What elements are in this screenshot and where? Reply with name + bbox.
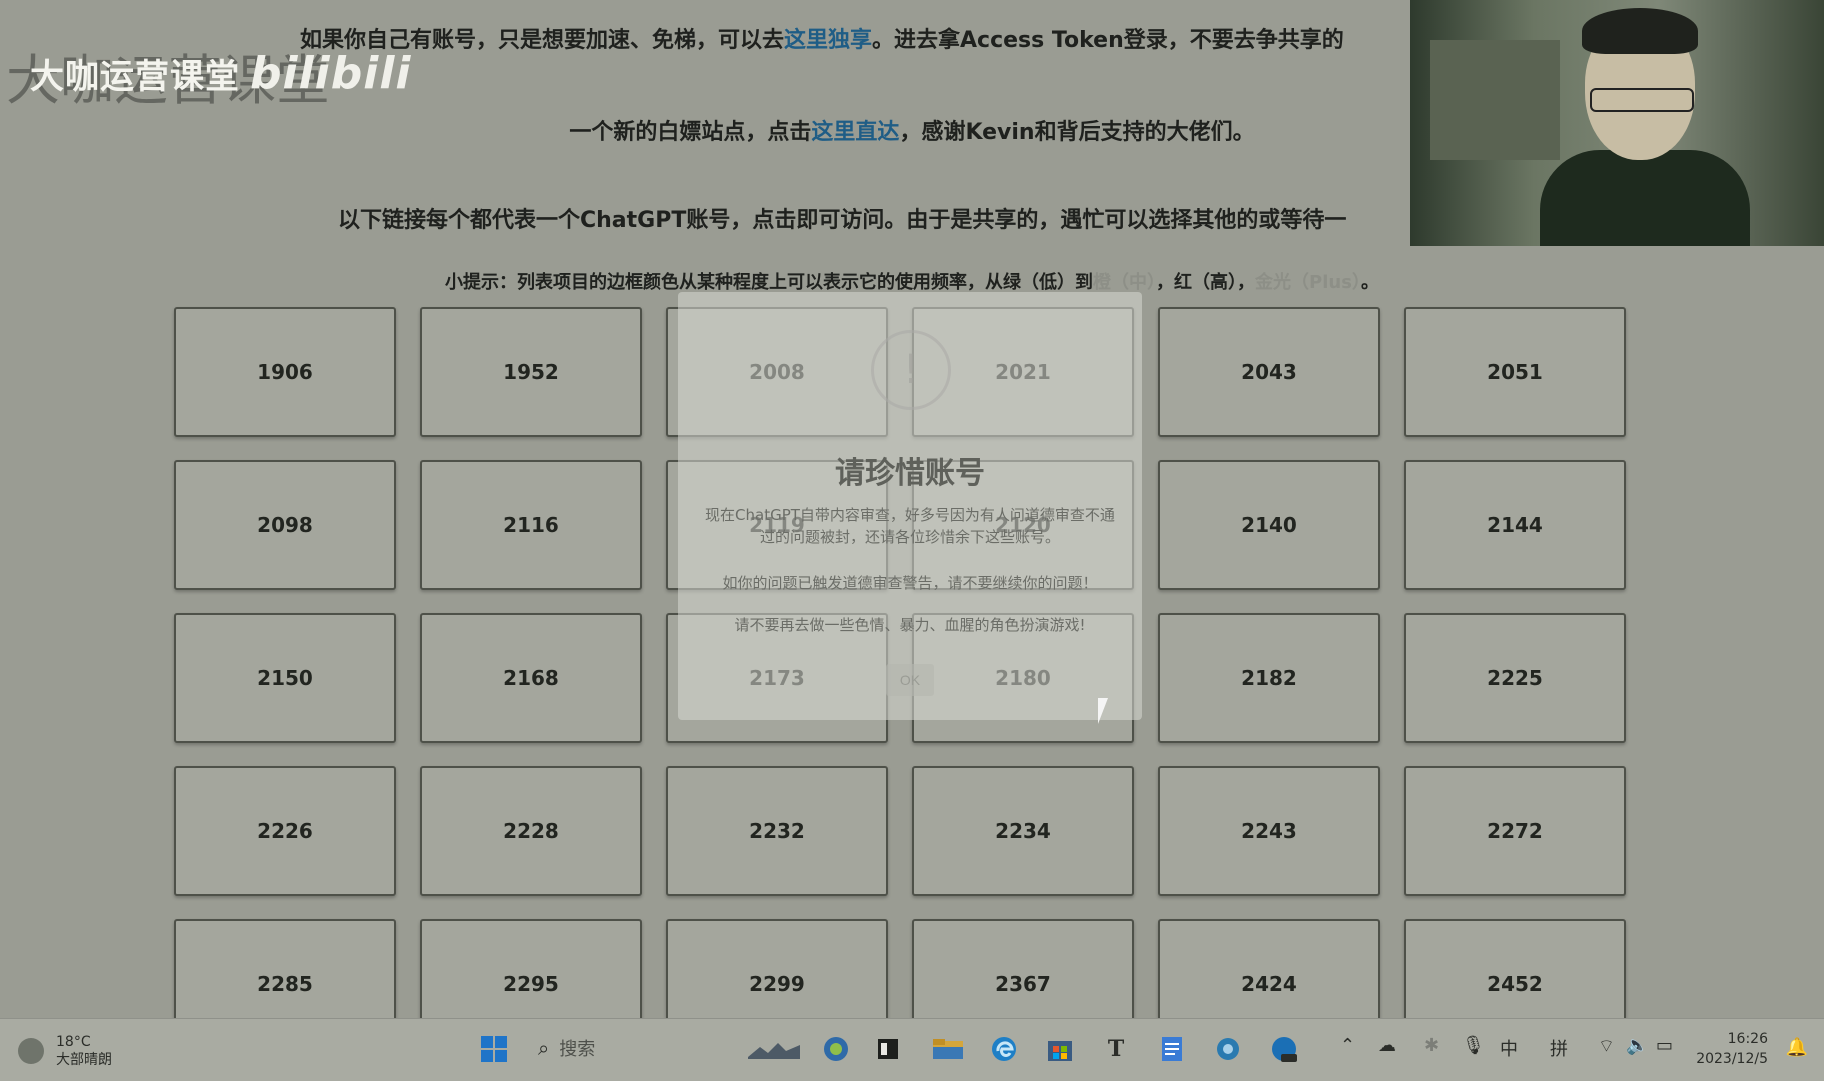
account-card[interactable]: 2424 (1158, 919, 1380, 1018)
account-card[interactable]: 2367 (912, 919, 1134, 1018)
bilibili-logo: bilibili (250, 48, 412, 99)
search-highlight-icon[interactable] (744, 1029, 804, 1069)
account-card[interactable]: 2225 (1404, 613, 1626, 743)
taskbar-clock[interactable]: 16:26 2023/12/5 (1696, 1029, 1768, 1069)
notice-text: 如果你自己有账号，只是想要加速、免梯，可以去 (300, 28, 785, 53)
account-card[interactable]: 2182 (1158, 613, 1380, 743)
edge-browser-icon[interactable] (984, 1029, 1024, 1069)
account-card[interactable]: 2140 (1158, 460, 1380, 590)
microsoft-store-icon[interactable] (1040, 1029, 1080, 1069)
terminal-icon[interactable] (868, 1029, 908, 1069)
file-explorer-icon[interactable] (928, 1029, 968, 1069)
modal-ok-button[interactable]: OK (886, 664, 934, 696)
account-card[interactable]: 2452 (1404, 919, 1626, 1018)
bilibili-watermark: 大咖运营课堂 bilibili (30, 48, 411, 99)
chevron-up-icon[interactable]: ⌃ (1340, 1035, 1355, 1056)
microphone-icon[interactable]: 🎙 (1462, 1035, 1485, 1056)
account-card[interactable]: 1952 (420, 307, 642, 437)
account-card[interactable]: 2098 (174, 460, 396, 590)
windows-start-icon[interactable] (474, 1029, 514, 1069)
account-card[interactable]: 2144 (1404, 460, 1626, 590)
notice-text: 。进去拿Access Token登录，不要去争共享的 (872, 28, 1344, 53)
account-card[interactable]: 2228 (420, 766, 642, 896)
webcam-overlay (1410, 0, 1824, 246)
weather-icon (18, 1038, 44, 1064)
account-card[interactable]: 1906 (174, 307, 396, 437)
edge-preview-icon[interactable] (816, 1029, 856, 1069)
notice-text: ，感谢Kevin和背后支持的大佬们。 (899, 120, 1255, 145)
tip-text: 小提示：列表项目的边框颜色从某种程度上可以表示它的使用频率，从绿（低）到 (445, 272, 1094, 293)
account-card[interactable]: 2226 (174, 766, 396, 896)
account-card[interactable]: 2116 (420, 460, 642, 590)
presenter-glasses (1590, 88, 1694, 112)
volume-icon[interactable]: 🔈 (1626, 1035, 1648, 1056)
account-card[interactable]: 2295 (420, 919, 642, 1018)
account-card[interactable]: 2150 (174, 613, 396, 743)
battery-icon[interactable]: ▭ (1656, 1035, 1673, 1056)
ime-language[interactable]: 中 (1500, 1035, 1518, 1061)
webcam-shelf (1430, 40, 1560, 160)
mouse-cursor-icon (1098, 698, 1118, 724)
edge-dev-icon[interactable] (1264, 1029, 1304, 1069)
modal-text-3: 请不要再去做一些色情、暴力、血腥的角色扮演游戏! (734, 616, 1086, 634)
weather-text: 18°C 大部晴朗 (56, 1033, 112, 1069)
usage-tip: 小提示：列表项目的边框颜色从某种程度上可以表示它的使用频率，从绿（低）到橙（中）… (0, 268, 1824, 294)
watermark-text: 大咖运营课堂 (30, 57, 240, 97)
taskbar-search[interactable]: ⌕ 搜索 (538, 1035, 595, 1061)
clock-time: 16:26 (1727, 1031, 1768, 1047)
account-card[interactable]: 2168 (420, 613, 642, 743)
notification-bell-icon[interactable]: 🔔 (1786, 1037, 1808, 1058)
account-card[interactable]: 2243 (1158, 766, 1380, 896)
direct-link[interactable]: 这里直达 (811, 120, 899, 145)
weather-condition: 大部晴朗 (56, 1052, 112, 1068)
search-icon: ⌕ (538, 1036, 550, 1060)
presenter-body (1540, 150, 1750, 246)
notice-text: 一个新的白嫖站点，点击 (569, 120, 812, 145)
notice-line-3: 以下链接每个都代表一个ChatGPT账号，点击即可访问。由于是共享的，遇忙可以选… (338, 208, 1347, 233)
clock-date: 2023/12/5 (1696, 1051, 1768, 1067)
tip-text: ，红（高）， (1156, 272, 1256, 293)
tip-text: 。 (1360, 272, 1379, 293)
search-label: 搜索 (559, 1039, 596, 1060)
onedrive-icon[interactable]: ☁ (1378, 1035, 1396, 1056)
windows-taskbar: 18°C 大部晴朗 ⌕ 搜索 T ⌃ ☁ ✱ 🎙 中 拼 ⌔ 🔈 ▭ 16:26… (0, 1018, 1824, 1081)
account-card[interactable]: 2272 (1404, 766, 1626, 896)
chatgpt-app-icon[interactable] (1208, 1029, 1248, 1069)
wifi-icon[interactable]: ⌔ (1598, 1035, 1615, 1058)
warning-icon: ! (871, 330, 951, 410)
ime-mode[interactable]: 拼 (1550, 1035, 1568, 1061)
app-tray-icon[interactable]: ✱ (1424, 1035, 1439, 1056)
presenter-hair (1582, 8, 1698, 54)
tip-orange: 橙（中） (1093, 272, 1157, 293)
account-card[interactable]: 2051 (1404, 307, 1626, 437)
account-card[interactable]: 2232 (666, 766, 888, 896)
modal-text-1: 现在ChatGPT自带内容审查，好多号因为有人问道德审查不通过的问题被封，还请各… (705, 506, 1115, 546)
modal-title: 请珍惜账号 (835, 456, 985, 491)
account-card[interactable]: 2234 (912, 766, 1134, 896)
notice-line-1: 如果你自己有账号，只是想要加速、免梯，可以去这里独享。进去拿Access Tok… (300, 22, 1344, 54)
typora-icon[interactable]: T (1096, 1029, 1136, 1069)
modal-text-2: 如你的问题已触发道德审查警告，请不要继续你的问题！ (722, 574, 1098, 592)
notepad-icon[interactable] (1152, 1029, 1192, 1069)
account-card[interactable]: 2299 (666, 919, 888, 1018)
account-card[interactable]: 2043 (1158, 307, 1380, 437)
tip-gold: 金光（Plus） (1255, 272, 1361, 293)
cherish-account-modal: ! 请珍惜账号 现在ChatGPT自带内容审查，好多号因为有人问道德审查不通过的… (678, 292, 1142, 720)
weather-widget[interactable]: 18°C 大部晴朗 (18, 1033, 112, 1069)
account-card[interactable]: 2285 (174, 919, 396, 1018)
weather-temp: 18°C (56, 1034, 91, 1050)
exclusive-link[interactable]: 这里独享 (784, 28, 872, 53)
